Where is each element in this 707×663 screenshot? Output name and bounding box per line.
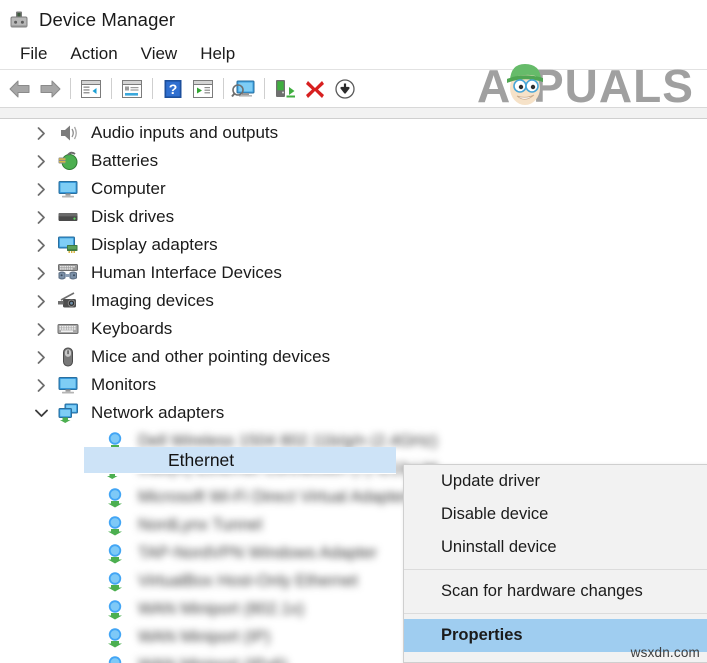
list-item-label: WAN Miniport (IPv6) bbox=[138, 656, 288, 663]
menu-help[interactable]: Help bbox=[189, 42, 247, 67]
tree-item-keyboards[interactable]: Keyboards bbox=[0, 315, 707, 343]
tree-item-label: Monitors bbox=[91, 375, 157, 394]
tree-item-label: Keyboards bbox=[91, 319, 173, 338]
battery-icon bbox=[57, 150, 79, 172]
chevron-right-icon[interactable] bbox=[34, 259, 48, 287]
menu-bar: File Action View Help bbox=[0, 40, 707, 70]
tree-item-monitors[interactable]: Monitors bbox=[0, 371, 707, 399]
tree-item-batteries[interactable]: Batteries bbox=[0, 147, 707, 175]
tree-item-audio-inputs-and-outputs[interactable]: Audio inputs and outputs bbox=[0, 119, 707, 147]
list-item-label: NordLynx Tunnel bbox=[138, 515, 263, 534]
selected-row-underline bbox=[84, 473, 396, 474]
monitor-icon bbox=[57, 374, 79, 396]
title-bar: Device Manager bbox=[0, 0, 707, 40]
svg-text:?: ? bbox=[169, 81, 178, 97]
device-manager-icon bbox=[8, 9, 30, 31]
monitor-icon bbox=[57, 178, 79, 200]
tree-item-imaging-devices[interactable]: Imaging devices bbox=[0, 287, 707, 315]
network-device-icon bbox=[104, 598, 126, 620]
toolbar-separator bbox=[152, 78, 153, 99]
chevron-right-icon[interactable] bbox=[34, 119, 48, 147]
tree-item-label: Display adapters bbox=[91, 235, 218, 254]
disk-drive-icon bbox=[57, 206, 79, 228]
chevron-right-icon[interactable] bbox=[34, 343, 48, 371]
network-device-icon bbox=[104, 570, 126, 592]
menu-action[interactable]: Action bbox=[59, 42, 129, 67]
update-driver-icon[interactable] bbox=[188, 74, 218, 104]
hid-icon bbox=[57, 262, 79, 284]
mouse-icon bbox=[57, 346, 79, 368]
network-adapter-icon bbox=[57, 402, 79, 424]
toolbar: ? bbox=[0, 70, 707, 107]
tree-item-mice-and-other-pointing-devices[interactable]: Mice and other pointing devices bbox=[0, 343, 707, 371]
add-legacy-hardware-icon[interactable] bbox=[270, 74, 300, 104]
toolbar-separator bbox=[111, 78, 112, 99]
ctx-update-driver[interactable]: Update driver bbox=[404, 465, 707, 498]
selected-device-label: Ethernet bbox=[168, 450, 235, 470]
tree-item-label: Audio inputs and outputs bbox=[91, 123, 279, 142]
tree-item-label: Imaging devices bbox=[91, 291, 214, 310]
chevron-right-icon[interactable] bbox=[34, 315, 48, 343]
tree-item-label: Network adapters bbox=[91, 403, 225, 422]
chevron-right-icon[interactable] bbox=[34, 147, 48, 175]
tree-item-label: Human Interface Devices bbox=[91, 263, 282, 282]
toolbar-separator bbox=[70, 78, 71, 99]
properties-icon[interactable] bbox=[117, 74, 147, 104]
network-device-icon bbox=[104, 626, 126, 648]
tree-item-display-adapters[interactable]: Display adapters bbox=[0, 231, 707, 259]
selected-row-highlight bbox=[84, 447, 396, 473]
tree-item-label: Mice and other pointing devices bbox=[91, 347, 331, 366]
disable-device-icon[interactable] bbox=[330, 74, 360, 104]
toolbar-separator bbox=[223, 78, 224, 99]
toolbar-bottom-band bbox=[0, 108, 707, 118]
chevron-right-icon[interactable] bbox=[34, 371, 48, 399]
tree-item-human-interface-devices[interactable]: Human Interface Devices bbox=[0, 259, 707, 287]
chevron-right-icon[interactable] bbox=[34, 287, 48, 315]
list-item-label: VirtualBox Host-Only Ethernet bbox=[138, 571, 358, 590]
keyboard-icon bbox=[57, 318, 79, 340]
list-item-label: WAN Miniport (IP) bbox=[138, 627, 271, 646]
tree-item-label: Disk drives bbox=[91, 207, 175, 226]
list-item-label: TAP-NordVPN Windows Adapter bbox=[138, 543, 378, 562]
network-device-icon bbox=[104, 486, 126, 508]
show-hide-console-tree-icon[interactable] bbox=[76, 74, 106, 104]
scan-hardware-changes-icon[interactable] bbox=[229, 74, 259, 104]
context-menu[interactable]: Update driver Disable device Uninstall d… bbox=[403, 464, 707, 663]
network-device-icon bbox=[104, 542, 126, 564]
display-adapter-icon bbox=[57, 234, 79, 256]
window-title: Device Manager bbox=[39, 9, 176, 30]
chevron-right-icon[interactable] bbox=[34, 203, 48, 231]
ctx-scan-hardware-changes[interactable]: Scan for hardware changes bbox=[404, 575, 707, 608]
list-item-label: Microsoft Wi-Fi Direct Virtual Adapter bbox=[138, 487, 409, 506]
chevron-right-icon[interactable] bbox=[34, 175, 48, 203]
chevron-right-icon[interactable] bbox=[34, 231, 48, 259]
speaker-icon bbox=[57, 122, 79, 144]
back-icon[interactable] bbox=[5, 74, 35, 104]
camera-icon bbox=[57, 290, 79, 312]
tree-item-label: Batteries bbox=[91, 151, 159, 170]
tree-item-network-adapters[interactable]: Network adapters bbox=[0, 399, 707, 427]
menu-view[interactable]: View bbox=[130, 42, 190, 67]
uninstall-device-icon[interactable] bbox=[300, 74, 330, 104]
context-menu-separator bbox=[404, 613, 707, 614]
tree-item-disk-drives[interactable]: Disk drives bbox=[0, 203, 707, 231]
forward-icon[interactable] bbox=[35, 74, 65, 104]
context-menu-separator bbox=[404, 569, 707, 570]
network-device-icon bbox=[104, 654, 126, 663]
network-device-icon bbox=[104, 514, 126, 536]
tree-item-label: Computer bbox=[91, 179, 166, 198]
list-item-label: WAN Miniport (802.1x) bbox=[138, 599, 305, 618]
menu-file[interactable]: File bbox=[9, 42, 59, 67]
site-watermark: wsxdn.com bbox=[630, 645, 700, 660]
ctx-uninstall-device[interactable]: Uninstall device bbox=[404, 531, 707, 564]
tree-item-computer[interactable]: Computer bbox=[0, 175, 707, 203]
help-icon[interactable]: ? bbox=[158, 74, 188, 104]
toolbar-separator bbox=[264, 78, 265, 99]
chevron-down-icon[interactable] bbox=[34, 399, 48, 427]
ctx-disable-device[interactable]: Disable device bbox=[404, 498, 707, 531]
